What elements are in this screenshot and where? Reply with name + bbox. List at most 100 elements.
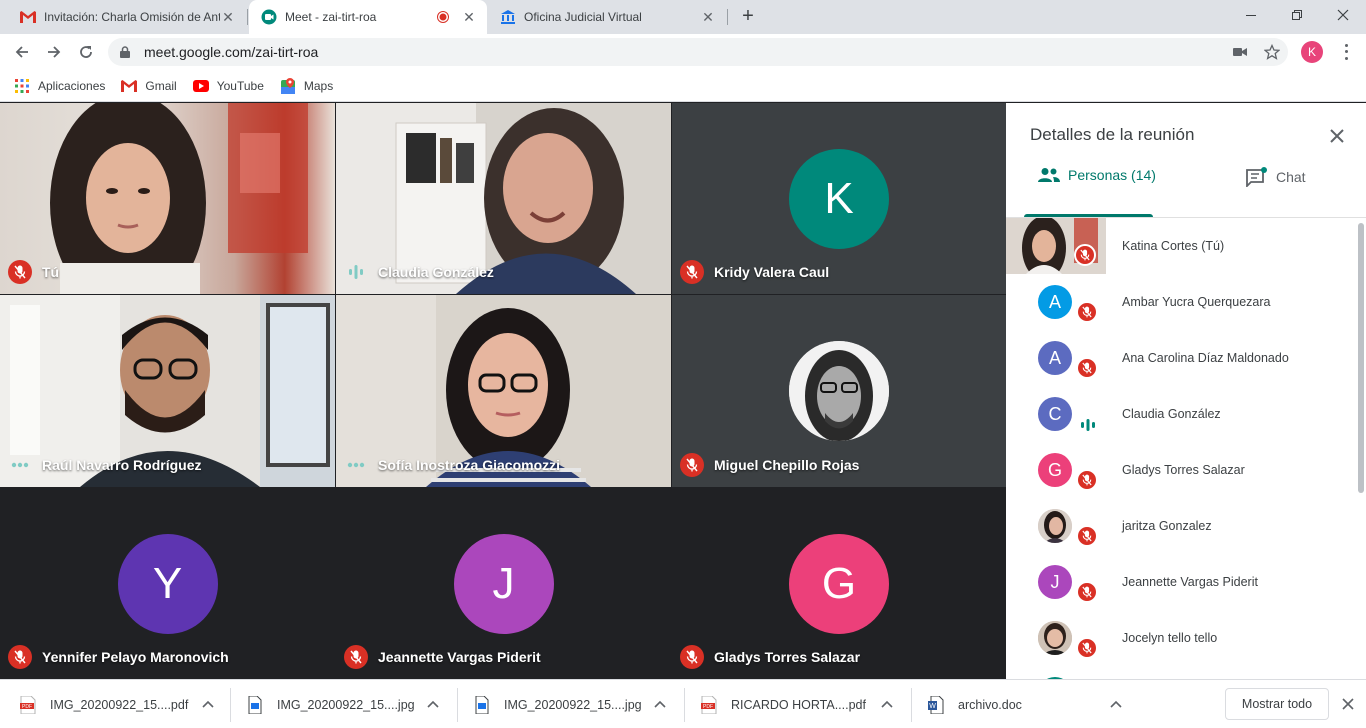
bookmark-gmail[interactable]: Gmail [121,78,177,94]
tab-people[interactable]: Personas (14) [1038,167,1156,183]
video-tile-sofia[interactable]: Sofía Inostroza Giacomozzi [336,295,671,487]
mic-off-icon [680,453,704,477]
video-grid: Tú Claudia González K Kridy Valera Caul … [0,103,1006,679]
participant-photo [1038,621,1072,655]
participant-row[interactable] [1006,666,1351,679]
participant-name: Katina Cortes (Tú) [1122,239,1225,253]
participant-label: Kridy Valera Caul [680,260,829,284]
mic-off-icon [8,645,32,669]
video-tile-jeannette[interactable]: J Jeannette Vargas Piderit [336,488,671,679]
participant-row[interactable]: A Ambar Yucra Querquezara [1006,274,1351,330]
bookmark-aplicaciones[interactable]: Aplicaciones [14,78,105,94]
tab-close-icon[interactable]: ✕ [220,9,236,25]
tab-gmail-invitation[interactable]: Invitación: Charla Omisión de Ant ✕ [8,0,246,34]
minimize-button[interactable] [1228,0,1274,30]
url-text: meet.google.com/zai-tirt-roa [144,44,319,60]
more-menu-icon[interactable] [1338,42,1354,62]
mic-off-icon [1076,357,1098,379]
bookmark-star-icon[interactable] [1264,44,1280,60]
download-item[interactable]: PDF IMG_20200922_15....pdf [20,692,228,718]
new-tab-button[interactable]: + [736,5,760,29]
panel-scrollbar[interactable] [1358,223,1364,493]
participant-name: Jeannette Vargas Piderit [1122,575,1258,589]
video-tile-kridy[interactable]: K Kridy Valera Caul [672,103,1006,294]
participant-row[interactable]: C Claudia González [1006,386,1351,442]
chevron-up-icon[interactable] [879,696,895,712]
chevron-up-icon[interactable] [1108,696,1124,712]
participant-row[interactable]: A Ana Carolina Díaz Maldonado [1006,330,1351,386]
restore-button[interactable] [1274,0,1320,30]
mic-off-icon [1076,637,1098,659]
download-item[interactable]: IMG_20200922_15....jpg [474,692,682,718]
participant-avatar: G [1038,453,1072,487]
mic-off-icon [1076,469,1098,491]
participant-row[interactable]: Jocelyn tello tello [1006,610,1351,666]
profile-avatar[interactable]: K [1301,41,1323,63]
participant-name: jaritza Gonzalez [1122,519,1212,533]
participant-avatar: A [1038,341,1072,375]
file-icon [474,696,490,714]
svg-text:PDF: PDF [703,704,713,710]
video-tile-gladys[interactable]: G Gladys Torres Salazar [672,488,1006,679]
tab-close-icon[interactable]: ✕ [461,9,477,25]
participant-avatar: G [789,533,889,634]
participant-label: Sofía Inostroza Giacomozzi [344,453,560,477]
participant-name: Jocelyn tello tello [1122,631,1218,645]
forward-button[interactable] [42,40,66,64]
close-icon [1330,129,1344,143]
people-icon [1038,167,1060,183]
reload-button[interactable] [74,40,98,64]
back-button[interactable] [10,40,34,64]
tab-chat[interactable]: Chat [1246,167,1306,187]
tab-oficina-judicial[interactable]: Oficina Judicial Virtual ✕ [488,0,726,34]
gmail-icon [121,78,138,94]
mic-off-icon [680,260,704,284]
tab-strip: Invitación: Charla Omisión de Ant ✕ Meet… [0,0,1366,34]
download-separator [684,688,685,722]
panel-close-button[interactable] [1326,125,1348,147]
video-tile-claudia[interactable]: Claudia González [336,103,671,294]
video-tile-self[interactable]: Tú [0,103,335,294]
participant-label: Miguel Chepillo Rojas [680,453,859,477]
bookmark-youtube[interactable]: YouTube [192,78,264,94]
participant-label: Tú [8,260,59,284]
participant-row[interactable]: jaritza Gonzalez [1006,498,1351,554]
download-bar-close-button[interactable] [1340,696,1356,712]
tab-separator [247,9,248,25]
video-tile-raul[interactable]: Raúl Navarro Rodríguez [0,295,335,487]
youtube-icon [192,78,209,94]
participant-row-self[interactable]: Katina Cortes (Tú) [1006,218,1351,274]
pdf-file-icon: PDF [20,696,36,714]
participant-label: Claudia González [344,260,494,284]
meeting-details-panel: Detalles de la reunión Personas (14) Cha… [1006,103,1366,679]
arrow-back-icon [15,46,28,58]
show-all-downloads-button[interactable]: Mostrar todo [1225,688,1329,720]
video-tile-miguel[interactable]: Miguel Chepillo Rojas [672,295,1006,487]
video-tile-yennifer[interactable]: Y Yennifer Pelayo Maronovich [0,488,335,679]
chevron-up-icon[interactable] [652,696,668,712]
camera-icon[interactable] [1232,44,1248,60]
download-item[interactable]: IMG_20200922_15....jpg [247,692,455,718]
tab-close-icon[interactable]: ✕ [700,9,716,25]
participant-name: Claudia González [1122,407,1221,421]
bookmark-maps[interactable]: Maps [280,77,333,94]
download-item[interactable]: W archivo.doc [928,692,1128,718]
window-close-button[interactable] [1320,0,1366,30]
download-separator [230,688,231,722]
tab-meet[interactable]: Meet - zai-tirt-roa ✕ [249,0,487,34]
participant-avatar: C [1038,397,1072,431]
mic-off-icon [344,645,368,669]
participant-avatar: Y [117,533,218,634]
download-item[interactable]: PDF RICARDO HORTA....pdf [701,692,909,718]
chevron-up-icon[interactable] [425,696,441,712]
participant-row[interactable]: J Jeannette Vargas Piderit [1006,554,1351,610]
mic-off-icon [1076,525,1098,547]
participant-label: Jeannette Vargas Piderit [344,645,541,669]
file-icon [247,696,263,714]
reload-icon [80,46,92,58]
mic-off-icon [1076,581,1098,603]
participant-row[interactable]: G Gladys Torres Salazar [1006,442,1351,498]
address-bar[interactable]: meet.google.com/zai-tirt-roa [108,38,1288,66]
mic-off-icon [680,645,704,669]
chevron-up-icon[interactable] [200,696,216,712]
